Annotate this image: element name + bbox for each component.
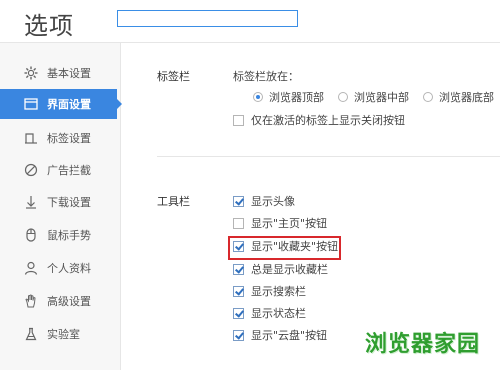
person-icon [24,261,38,275]
section-divider [157,156,500,157]
radio-label: 浏览器底部 [439,91,494,104]
tab-icon [24,131,38,145]
sidebar-item-label: 基本设置 [47,67,91,80]
radio-button[interactable] [423,92,433,102]
sidebar-item-advanced-settings[interactable]: 高级设置 [0,286,120,316]
hand-icon [24,294,38,308]
window-header: 选项 [0,0,500,43]
watermark-logo: 浏览器家园 [364,332,480,357]
download-icon [24,195,38,209]
sidebar-item-label: 高级设置 [47,295,91,308]
block-icon [24,163,38,177]
window-icon [24,97,38,111]
checkbox[interactable] [233,114,244,126]
radio-label: 浏览器顶部 [269,91,324,104]
radio-label: 浏览器中部 [354,91,409,104]
radio-button[interactable] [338,92,348,102]
sidebar-item-mouse-gesture[interactable]: 鼠标手势 [0,220,120,250]
sidebar-item-tab-settings[interactable]: 标签设置 [0,123,120,153]
sidebar-item-download-settings[interactable]: 下载设置 [0,187,120,217]
checkbox-label: 显示搜索栏 [251,285,306,298]
sidebar-item-label: 个人资料 [47,262,91,275]
gear-icon [24,66,38,80]
sidebar-item-profile[interactable]: 个人资料 [0,253,120,283]
checkbox-label: 显示头像 [251,195,295,208]
checkbox[interactable] [233,307,244,319]
radio-position-middle[interactable]: 浏览器中部 [338,89,409,105]
checkbox-label: 总是显示收藏栏 [251,263,328,276]
search-input[interactable] [117,10,298,27]
sidebar-item-label: 广告拦截 [47,164,91,177]
sidebar: 基本设置 界面设置 标签设置 广告拦截 下载设置 鼠标手势 个人资料 高级设置 … [0,43,122,370]
checkbox-label: 显示"主页"按钮 [251,217,328,230]
checkbox-show-status-bar[interactable]: 显示状态栏 [233,305,306,321]
radio-button[interactable] [253,92,263,102]
checkbox-show-home-button[interactable]: 显示"主页"按钮 [233,215,327,231]
checkbox-close-only-active[interactable]: 仅在激活的标签上显示关闭按钮 [233,112,405,128]
radio-position-top[interactable]: 浏览器顶部 [253,89,324,105]
toolbar-section-label: 工具栏 [157,195,190,208]
sidebar-item-label: 下载设置 [47,196,91,209]
checkbox[interactable] [233,285,244,297]
flask-icon [24,327,38,341]
checkbox-label: 显示"云盘"按钮 [251,329,328,342]
checkbox-show-avatar[interactable]: 显示头像 [233,193,295,209]
sidebar-item-ad-block[interactable]: 广告拦截 [0,155,120,185]
tabbar-section-label: 标签栏 [157,70,190,83]
radio-position-bottom[interactable]: 浏览器底部 [423,89,494,105]
checkbox-label: 显示状态栏 [251,307,306,320]
sidebar-item-lab[interactable]: 实验室 [0,319,120,349]
sidebar-item-label: 标签设置 [47,132,91,145]
checkbox-show-search-bar[interactable]: 显示搜索栏 [233,283,306,299]
page-title: 选项 [24,12,74,40]
checkbox-always-show-favorites-bar[interactable]: 总是显示收藏栏 [233,261,328,277]
checkbox[interactable] [233,195,244,207]
checkbox[interactable] [233,329,244,341]
checkbox-show-cloud-button[interactable]: 显示"云盘"按钮 [233,327,327,343]
sidebar-item-basic-settings[interactable]: 基本设置 [0,58,120,88]
checkbox[interactable] [233,263,244,275]
sidebar-item-label: 实验室 [47,328,80,341]
sidebar-item-label: 鼠标手势 [47,229,91,242]
highlight-box [228,236,341,260]
tabbar-position-label: 标签栏放在： [233,70,299,83]
checkbox[interactable] [233,217,244,229]
sidebar-item-interface-settings[interactable]: 界面设置 [0,89,122,119]
checkbox-label: 仅在激活的标签上显示关闭按钮 [251,114,405,127]
sidebar-item-label: 界面设置 [47,98,91,111]
mouse-icon [24,228,38,242]
